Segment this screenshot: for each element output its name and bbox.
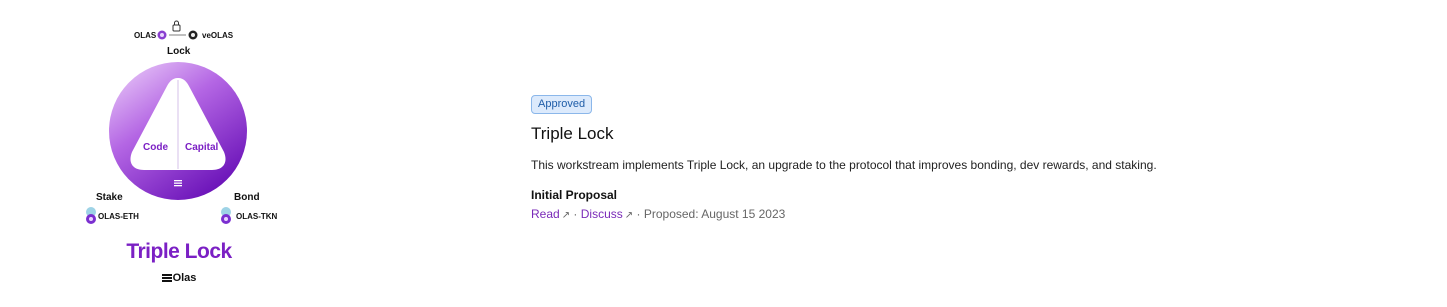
external-link-icon: ↗: [624, 210, 634, 221]
stake-label: Stake: [96, 192, 123, 203]
olas-logo-icon: [161, 274, 172, 282]
code-segment-label: Code: [143, 142, 168, 153]
separator: ·: [636, 207, 641, 221]
workstream-card: Approved Triple Lock This workstream imp…: [531, 94, 1157, 221]
external-link-icon: ↗: [561, 210, 571, 221]
triple-lock-illustration: OLAS veOLAS Lock Code Capital Stake OLAS…: [74, 16, 294, 296]
discuss-link-label: Discuss: [580, 207, 623, 221]
lock-icon: [172, 24, 181, 32]
separator: ·: [573, 207, 578, 221]
workstream-description: This workstream implements Triple Lock, …: [531, 158, 1157, 172]
olas-eth-label: OLAS-ETH: [98, 212, 139, 221]
workstream-title: Triple Lock: [531, 124, 614, 143]
proposal-links: Read ↗ · Discuss ↗ · Proposed: August 15 2…: [531, 207, 1157, 221]
olas-mark-icon: [174, 180, 182, 187]
olas-tkn-label: OLAS-TKN: [236, 212, 278, 221]
discuss-link[interactable]: Discuss ↗: [581, 207, 633, 221]
olas-eth-token-icon: [86, 207, 96, 224]
illustration-title: Triple Lock: [126, 240, 232, 263]
lock-label: Lock: [167, 46, 191, 57]
olas-brand: Olas: [74, 272, 284, 284]
read-link-label: Read: [531, 207, 560, 221]
status-badge: Approved: [531, 95, 593, 114]
proposed-date: Proposed: August 15 2023: [643, 207, 786, 221]
capital-segment-label: Capital: [185, 142, 219, 153]
olas-tkn-token-icon: [221, 207, 231, 224]
veolas-token-label: veOLAS: [202, 31, 234, 40]
olas-brand-text: Olas: [172, 272, 197, 284]
read-link[interactable]: Read ↗: [531, 207, 570, 221]
section-title: Initial Proposal: [531, 188, 618, 202]
bond-label: Bond: [234, 192, 260, 203]
olas-token-label: OLAS: [134, 31, 157, 40]
